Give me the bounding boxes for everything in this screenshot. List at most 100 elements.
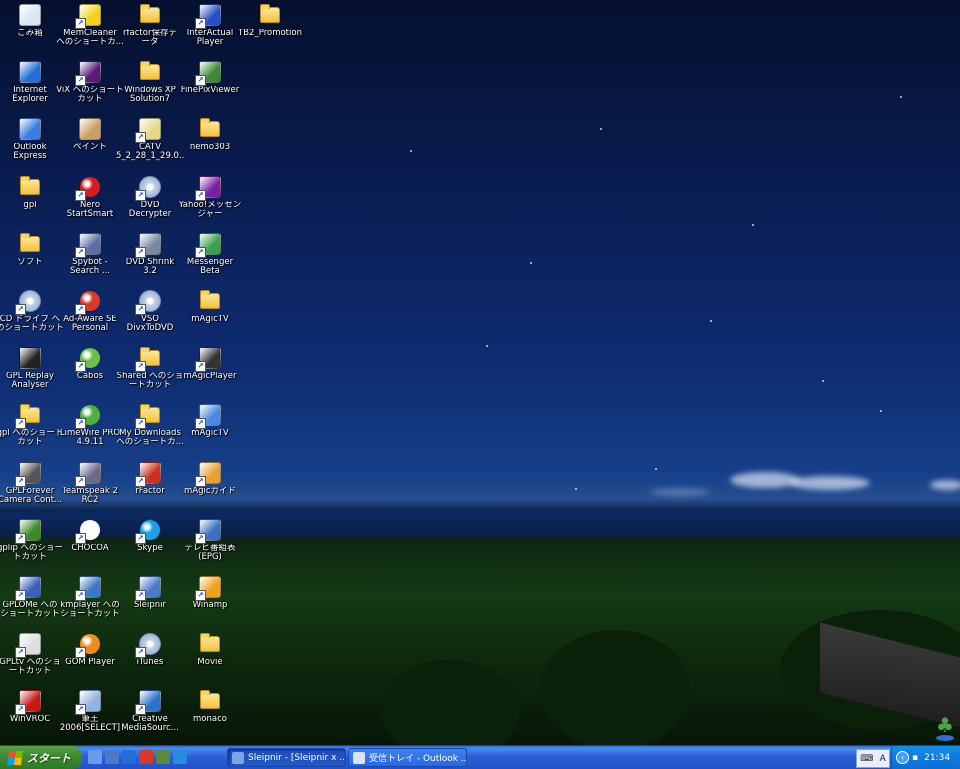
shortcut-arrow-icon: ↗	[135, 647, 146, 658]
desktop-icon[interactable]: ↗ iTunes	[120, 632, 180, 667]
desktop-icon[interactable]: ↗ Sleipnir	[120, 575, 180, 610]
ie-quicklaunch-icon[interactable]	[122, 750, 136, 764]
desktop-icon[interactable]: ↗ mAgicTV	[180, 403, 240, 438]
desktop-icon-label: Teamspeak 2 RC2	[62, 487, 118, 505]
shortcut-arrow-icon: ↗	[75, 304, 86, 315]
messenger-quicklaunch-icon[interactable]	[173, 750, 187, 764]
desktop-icon[interactable]: monaco	[180, 689, 240, 724]
desktop-icon[interactable]: ↗ Messenger Beta	[180, 232, 240, 276]
desktop-icon[interactable]: ↗ Spybot - Search ...	[60, 232, 120, 276]
desktop-icon[interactable]: ↗gplip へのショー トカット	[0, 518, 63, 562]
desktop-icon[interactable]: ごみ箱	[0, 3, 60, 38]
skype-icon: ↗	[135, 518, 163, 544]
taskbar-button[interactable]: Sleipnir - [Sleipnir x ...	[227, 748, 346, 767]
rfactor-icon: ↗	[135, 461, 163, 487]
tray-expand-icon[interactable]: ‹	[896, 751, 909, 764]
desktop-icon[interactable]: ↗ GPLtv へのショ ートカット	[0, 632, 61, 676]
desktop-icon[interactable]: ↗ Cabos	[60, 346, 120, 381]
desktop-icon-label: Nero StartSmart	[66, 201, 114, 219]
desktop-icon-label: mAgicTV	[191, 429, 229, 438]
media-quicklaunch-icon[interactable]	[139, 750, 153, 764]
app-quicklaunch-icon[interactable]	[156, 750, 170, 764]
desktop-icon-label: Sleipnir	[134, 601, 166, 610]
shortcut-arrow-icon: ↗	[75, 476, 86, 487]
system-tray: ‹ ▪ 21:34	[891, 746, 960, 769]
desktop-icon[interactable]: ↗ FinePixViewer	[180, 60, 240, 95]
memcleaner-icon: ↗	[75, 3, 103, 29]
desktop-icon[interactable]: ↗ mAgicPlayer	[180, 346, 240, 381]
desktop-icon[interactable]: ↗ WinVROC	[0, 689, 60, 724]
desktop-icon-label: Outlook Express	[13, 143, 47, 161]
ad-aware-icon: ↗	[75, 289, 103, 315]
desktop-icon[interactable]: ↗ mAgicガイド	[180, 461, 240, 496]
desktop-icon[interactable]: ↗ kmplayer への ショートカット	[60, 575, 120, 619]
desktop-icon[interactable]: ↗ GOM Player	[60, 632, 120, 667]
desktop-icon-label: kmplayer への ショートカット	[60, 601, 120, 619]
desktop-icon[interactable]: ↗ LimeWire PRO 4.9.11	[60, 403, 120, 447]
desktop-icon-label: FinePixViewer	[180, 86, 240, 95]
desktop-icon[interactable]: ↗ InterActual Player	[180, 3, 240, 47]
desktop-icon-label: GPLtv へのショ ートカット	[0, 658, 61, 676]
show-desktop-icon[interactable]	[88, 750, 102, 764]
desktop-icon[interactable]: ソフト	[0, 232, 60, 267]
desktop-icon[interactable]: ↗ DVD Decrypter	[120, 175, 180, 219]
desktop-icon[interactable]: rfactor保存デ ータ	[120, 3, 180, 47]
taskbar-button[interactable]: 受信トレイ - Outlook ...	[348, 748, 467, 767]
folder-icon	[197, 689, 223, 713]
desktop[interactable]: ♣ ごみ箱 Internet Explorer Outlook Express gpl…	[0, 0, 960, 745]
clock[interactable]: 21:34	[924, 753, 950, 763]
yahoo-messenger-icon: ↗	[195, 175, 223, 201]
desktop-icon[interactable]: ペイント	[60, 117, 120, 152]
desktop-icon-label: TB2_Promotion	[238, 29, 302, 38]
desktop-icon[interactable]: ↗ Creative MediaSourc...	[120, 689, 180, 733]
desktop-icon[interactable]: Internet Explorer	[0, 60, 60, 104]
desktop-icon-label: gplip へのショー トカット	[0, 544, 64, 562]
desktop-icon[interactable]: ↗ DVD Shrink 3.2	[120, 232, 180, 276]
language-bar[interactable]: ⌨ A	[856, 749, 890, 768]
desktop-icon[interactable]: ↗ GPLForever Camera Cont...	[0, 461, 62, 505]
desktop-icon[interactable]: nemo303	[180, 117, 240, 152]
tray-network-icon[interactable]: ▪	[912, 753, 918, 763]
desktop-icon-label: InterActual Player	[186, 29, 234, 47]
desktop-icon[interactable]: ↗ Yahoo!メッセン ジャー	[179, 175, 241, 219]
desktop-icon[interactable]: ↗ VSO DivxToDVD	[120, 289, 180, 333]
start-button[interactable]: スタート	[0, 746, 82, 769]
desktop-icon[interactable]: ↗ Shared へのショ ートカット	[117, 346, 183, 390]
desktop-icon[interactable]: ↗ Nero StartSmart	[60, 175, 120, 219]
desktop-icon[interactable]: ↗ Teamspeak 2 RC2	[60, 461, 120, 505]
desktop-icon[interactable]: ↗ My Downloads へのショートカ...	[116, 403, 184, 447]
desktop-icon[interactable]: ↗ Skype	[120, 518, 180, 553]
desktop-icon[interactable]: ↗ ViX へのショート カット	[56, 60, 124, 104]
desktop-icon[interactable]: ↗ Winamp	[180, 575, 240, 610]
desktop-icon[interactable]: ↗gpl へのショート カット	[0, 403, 63, 447]
shortcut-arrow-icon: ↗	[135, 132, 146, 143]
desktop-icon[interactable]: Movie	[180, 632, 240, 667]
desktop-icon-label: mAgicTV	[191, 315, 229, 324]
shortcut-arrow-icon: ↗	[135, 704, 146, 715]
desktop-icon[interactable]: GPL Replay Analyser	[0, 346, 60, 390]
desktop-icon[interactable]: ↗ rFactor	[120, 461, 180, 496]
desktop-icon[interactable]: ↗ MemCleaner へのショートカ...	[56, 3, 124, 47]
gom-player-icon: ↗	[75, 632, 103, 658]
desktop-icon[interactable]: ↗ Ad-Aware SE Personal	[60, 289, 120, 333]
desktop-icon[interactable]: Windows XP Solution7	[120, 60, 180, 104]
desktop-icon[interactable]: ↗ GPLOMe への ショートカット	[0, 575, 60, 619]
desktop-icon[interactable]: ↗ CD ドライブ へ のショートカット	[0, 289, 64, 333]
desktop-icon[interactable]: ↗ 筆王 2006[SELECT]	[60, 689, 120, 733]
desktop-icon[interactable]: mAgicTV	[180, 289, 240, 324]
shortcut-arrow-icon: ↗	[195, 476, 206, 487]
desktop-icon[interactable]: ↗ テレビ番組表 (EPG)	[180, 518, 240, 562]
sleipnir-task-icon	[232, 751, 244, 764]
vso-icon: ↗	[135, 289, 163, 315]
explorer-quicklaunch-icon[interactable]	[105, 750, 119, 764]
desktop-icon[interactable]: Outlook Express	[0, 117, 60, 161]
monitor-icon: ↗	[195, 403, 223, 429]
interactual-icon: ↗	[195, 3, 223, 29]
desktop-icon[interactable]: ↗ CHOCOA	[60, 518, 120, 553]
desktop-icon[interactable]: gpl	[0, 175, 60, 210]
desktop-icon-label: mAgicガイド	[183, 487, 237, 496]
desktop-icon[interactable]: TB2_Promotion	[238, 3, 302, 38]
gplip-icon: ↗	[15, 518, 43, 544]
desktop-icon[interactable]: ↗ CATV 5_2_28_1_29.0...	[116, 117, 184, 161]
gpltv-icon: ↗	[15, 632, 43, 658]
